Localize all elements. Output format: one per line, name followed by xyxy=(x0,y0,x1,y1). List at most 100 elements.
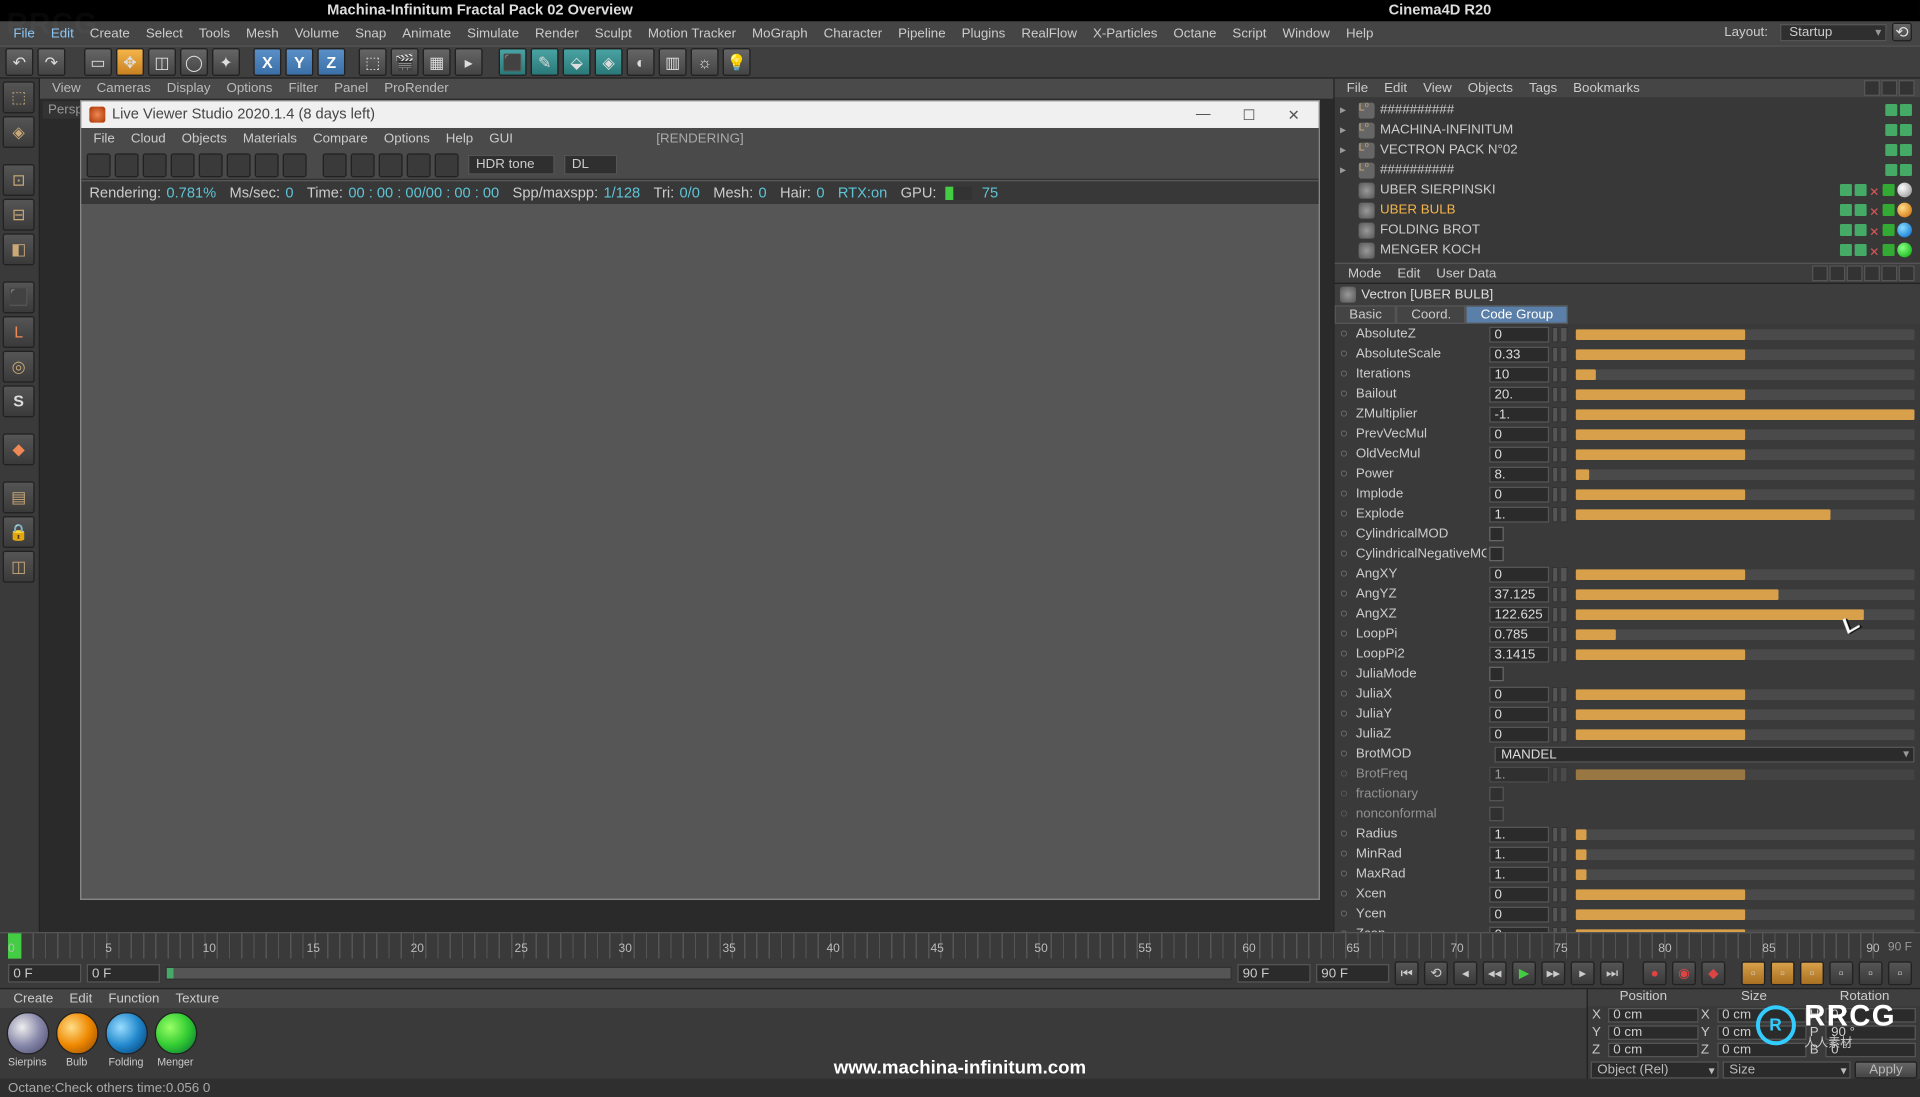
menu-create[interactable]: Create xyxy=(83,25,136,42)
object-row[interactable]: MENGER KOCH ✕ xyxy=(1335,240,1920,260)
spinner-down-icon[interactable] xyxy=(1561,506,1568,522)
attr-next-icon[interactable] xyxy=(1829,265,1845,281)
lv-menu-gui[interactable]: GUI xyxy=(483,132,520,147)
lv-btn-9[interactable] xyxy=(323,153,347,177)
object-row[interactable]: ▸ ########## xyxy=(1335,160,1920,180)
edge-mode-icon[interactable]: ⊟ xyxy=(3,199,35,231)
minimize-button[interactable]: — xyxy=(1185,106,1221,123)
menu-edit[interactable]: Edit xyxy=(44,25,80,42)
spinner-up-icon[interactable] xyxy=(1552,486,1559,502)
om-menu-objects[interactable]: Objects xyxy=(1461,81,1520,96)
spinner-up-icon[interactable] xyxy=(1552,506,1559,522)
layout-reset-icon[interactable]: ⟲ xyxy=(1892,23,1912,42)
layout-combo[interactable]: Startup xyxy=(1780,23,1887,40)
parameter-list[interactable]: ○AbsoluteZ 0 ○AbsoluteScale 0.33 ○Iterat… xyxy=(1335,324,1920,932)
param-value-field[interactable]: 0.33 xyxy=(1489,346,1549,362)
om-icon-3[interactable] xyxy=(1899,80,1915,96)
attr-home-icon[interactable] xyxy=(1864,265,1880,281)
object-row[interactable]: ▸ ########## xyxy=(1335,100,1920,120)
key-pos-icon[interactable]: ▫ xyxy=(1741,961,1765,985)
param-value-field[interactable]: 0 xyxy=(1489,446,1549,462)
param-value-field[interactable]: 0 xyxy=(1489,686,1549,702)
vp-menu-panel[interactable]: Panel xyxy=(327,81,374,96)
material-item[interactable]: Menger xyxy=(152,1012,199,1068)
disable-icon[interactable]: ✕ xyxy=(1869,225,1880,236)
spinner-up-icon[interactable] xyxy=(1552,406,1559,422)
material-tag-icon[interactable] xyxy=(1897,223,1912,238)
param-slider[interactable] xyxy=(1576,469,1915,480)
menu-simulate[interactable]: Simulate xyxy=(461,25,526,42)
expand-icon[interactable]: ▸ xyxy=(1340,103,1353,118)
menu-file[interactable]: File xyxy=(7,25,42,42)
disable-icon[interactable]: ✕ xyxy=(1869,185,1880,196)
spinner-down-icon[interactable] xyxy=(1561,326,1568,342)
om-menu-view[interactable]: View xyxy=(1416,81,1458,96)
spinner-up-icon[interactable] xyxy=(1552,886,1559,902)
param-slider[interactable] xyxy=(1576,589,1915,600)
param-value-field[interactable]: 0.785 xyxy=(1489,626,1549,642)
param-slider[interactable] xyxy=(1576,629,1915,640)
object-row[interactable]: ▸ VECTRON PACK N°02 xyxy=(1335,140,1920,160)
material-tag-icon[interactable] xyxy=(1897,183,1912,198)
spinner-down-icon[interactable] xyxy=(1561,346,1568,362)
menu-plugins[interactable]: Plugins xyxy=(955,25,1012,42)
scale-icon[interactable]: ◫ xyxy=(148,48,176,76)
menu-realflow[interactable]: RealFlow xyxy=(1015,25,1084,42)
axis-l-icon[interactable]: L xyxy=(3,316,35,348)
param-slider[interactable] xyxy=(1576,729,1915,740)
param-value-field[interactable]: 1. xyxy=(1489,826,1549,842)
size-mode-combo[interactable]: Size xyxy=(1723,1061,1851,1078)
param-slider[interactable] xyxy=(1576,889,1915,900)
object-row[interactable]: ▸ MACHINA-INFINITUM xyxy=(1335,120,1920,140)
menu-mograph[interactable]: MoGraph xyxy=(745,25,814,42)
spinner-down-icon[interactable] xyxy=(1561,646,1568,662)
point-mode-icon[interactable]: ⊡ xyxy=(3,164,35,196)
menu-motion-tracker[interactable]: Motion Tracker xyxy=(641,25,743,42)
visibility-render-icon[interactable] xyxy=(1855,204,1867,216)
visibility-editor-icon[interactable] xyxy=(1840,224,1852,236)
enable-icon[interactable] xyxy=(1883,184,1895,196)
lv-menu-compare[interactable]: Compare xyxy=(306,132,374,147)
visibility-editor-icon[interactable] xyxy=(1885,144,1897,156)
attr-lock-icon[interactable] xyxy=(1881,265,1897,281)
vp-menu-cameras[interactable]: Cameras xyxy=(90,81,157,96)
spinner-down-icon[interactable] xyxy=(1561,826,1568,842)
mat-menu-function[interactable]: Function xyxy=(100,991,167,1006)
range-end-field[interactable]: 90 F xyxy=(1237,964,1310,983)
param-value-field[interactable]: 3.1415 xyxy=(1489,646,1549,662)
axis-icon[interactable]: ⬛ xyxy=(3,281,35,313)
spinner-down-icon[interactable] xyxy=(1561,586,1568,602)
spinner-up-icon[interactable] xyxy=(1552,346,1559,362)
goto-end-icon[interactable]: ⏭ xyxy=(1600,961,1624,985)
key-scale-icon[interactable]: ▫ xyxy=(1771,961,1795,985)
visibility-editor-icon[interactable] xyxy=(1840,244,1852,256)
material-item[interactable]: Sierpins xyxy=(4,1012,51,1068)
enable-icon[interactable] xyxy=(1883,224,1895,236)
menu-snap[interactable]: Snap xyxy=(348,25,392,42)
om-menu-bookmarks[interactable]: Bookmarks xyxy=(1566,81,1646,96)
poly-mode-icon[interactable]: ◧ xyxy=(3,233,35,265)
attr-up-icon[interactable] xyxy=(1847,265,1863,281)
disable-icon[interactable]: ✕ xyxy=(1869,245,1880,256)
param-value-field[interactable]: 8. xyxy=(1489,466,1549,482)
tone-combo[interactable]: HDR tone xyxy=(468,155,555,175)
menu-sculpt[interactable]: Sculpt xyxy=(588,25,638,42)
lv-btn-12[interactable] xyxy=(407,153,431,177)
visibility-render-icon[interactable] xyxy=(1855,184,1867,196)
menu-x-particles[interactable]: X-Particles xyxy=(1086,25,1164,42)
spinner-down-icon[interactable] xyxy=(1561,366,1568,382)
lv-menu-options[interactable]: Options xyxy=(377,132,436,147)
coord-sys-icon[interactable]: ⬚ xyxy=(359,48,387,76)
param-value-field[interactable]: 0 xyxy=(1489,486,1549,502)
spinner-down-icon[interactable] xyxy=(1561,906,1568,922)
pos-field[interactable]: 0 cm xyxy=(1608,1043,1698,1058)
camera-icon[interactable]: ▥ xyxy=(659,48,687,76)
spinner-down-icon[interactable] xyxy=(1561,726,1568,742)
pen-icon[interactable]: ✎ xyxy=(531,48,559,76)
param-value-field[interactable]: 1. xyxy=(1489,846,1549,862)
options-icon[interactable]: ◫ xyxy=(3,551,35,583)
attr-menu-user-data[interactable]: User Data xyxy=(1428,266,1504,281)
mat-menu-texture[interactable]: Texture xyxy=(167,991,227,1006)
lv-btn-10[interactable] xyxy=(351,153,375,177)
visibility-editor-icon[interactable] xyxy=(1885,104,1897,116)
